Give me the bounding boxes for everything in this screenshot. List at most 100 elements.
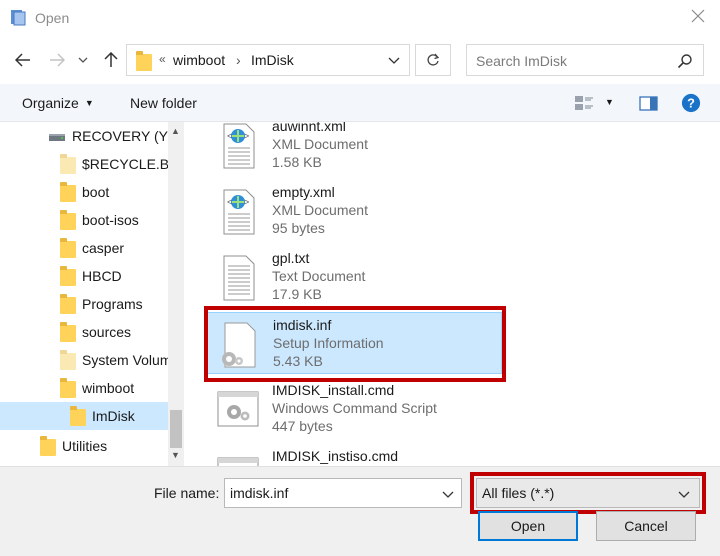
folder-icon [40, 436, 58, 456]
preview-pane-icon[interactable] [638, 93, 660, 113]
chevron-down-icon[interactable] [441, 487, 455, 501]
tree-item-system-volume-information[interactable]: System Volume Information [0, 346, 184, 374]
chevron-down-icon[interactable] [387, 53, 401, 67]
view-menu-caret-icon[interactable]: ▼ [605, 97, 614, 107]
open-button[interactable]: Open [478, 511, 578, 541]
forward-button[interactable] [46, 49, 68, 71]
tree-item-recovery[interactable]: RECOVERY (Y:) [0, 122, 176, 150]
tree-item-hbcd[interactable]: HBCD [0, 262, 168, 290]
app-icon [11, 10, 26, 26]
file-item-empty-xml[interactable]: < > empty.xml XML Document 95 bytes [206, 180, 502, 242]
folder-icon [134, 51, 154, 71]
tree-item-recycle-bin[interactable]: $RECYCLE.BIN [0, 150, 183, 178]
tree-item-imdisk[interactable]: ImDisk [0, 402, 168, 430]
search-icon[interactable] [677, 53, 693, 69]
arrow-up-icon [104, 52, 118, 67]
tree-item-label: HBCD [82, 268, 122, 284]
command-toolbar: Organize ▼ New folder ▼ ? [0, 84, 720, 122]
folder-icon [60, 322, 78, 342]
folder-icon [60, 266, 78, 286]
organize-label: Organize [22, 95, 79, 111]
search-input[interactable] [476, 51, 666, 71]
file-item-gpl-txt[interactable]: gpl.txt Text Document 17.9 KB [206, 246, 502, 308]
file-name-value[interactable]: imdisk.inf [230, 485, 288, 501]
arrow-right-icon [50, 53, 65, 67]
svg-text:<: < [227, 197, 232, 207]
scroll-down-icon[interactable]: ▼ [171, 450, 180, 460]
organize-button[interactable]: Organize ▼ [22, 95, 94, 111]
file-item-imdisk-instiso-cmd[interactable]: IMDISK_instiso.cmd [206, 444, 502, 466]
file-size: 17.9 KB [272, 286, 322, 302]
tree-item-label: boot [82, 184, 110, 200]
back-button[interactable] [12, 49, 34, 71]
svg-text:<: < [227, 131, 232, 141]
file-type: Text Document [272, 268, 366, 284]
cancel-button[interactable]: Cancel [596, 511, 696, 541]
tree-item-boot-isos[interactable]: boot-isos [0, 206, 168, 234]
file-item-auwinnt-xml[interactable]: < > auwinnt.xml XML Document 1.58 KB [206, 122, 502, 176]
svg-text:>: > [244, 131, 249, 141]
breadcrumb-separator: › [236, 52, 241, 68]
recent-locations-button[interactable] [76, 49, 90, 71]
tree-item-label: Programs [82, 296, 143, 312]
file-name: empty.xml [272, 184, 335, 200]
folder-icon [60, 238, 78, 258]
tree-item-boot[interactable]: boot [0, 178, 168, 206]
text-document-icon [223, 255, 255, 301]
scroll-up-icon[interactable]: ▲ [171, 126, 180, 136]
command-script-icon [217, 391, 259, 427]
folder-icon [60, 154, 78, 174]
close-button[interactable] [688, 7, 708, 27]
tree-item-programs[interactable]: Programs [0, 290, 168, 318]
file-type: XML Document [272, 136, 368, 152]
breadcrumb-wimboot[interactable]: wimboot [173, 52, 225, 68]
tree-item-utilities[interactable]: Utilities [0, 432, 168, 460]
view-options-icon[interactable] [574, 93, 596, 113]
xml-document-icon: < > [223, 189, 255, 235]
xml-document-icon: < > [223, 123, 255, 169]
tree-item-sources[interactable]: sources [0, 318, 168, 346]
file-name: gpl.txt [272, 250, 310, 266]
caret-down-icon: ▼ [84, 98, 94, 108]
search-box[interactable] [466, 44, 704, 76]
file-size: 1.58 KB [272, 154, 322, 170]
folder-icon [70, 406, 88, 426]
file-dialog-footer: File name: imdisk.inf All files (*.*) Op… [0, 466, 720, 556]
svg-text:>: > [244, 197, 249, 207]
tree-item-wimboot[interactable]: wimboot [0, 374, 168, 402]
refresh-button[interactable] [415, 44, 451, 76]
chevron-down-icon [78, 57, 88, 63]
tree-item-label: RECOVERY (Y:) [72, 128, 176, 144]
tree-item-label: sources [82, 324, 132, 340]
file-name-label: File name: [154, 485, 220, 501]
refresh-icon [427, 53, 440, 66]
file-type: XML Document [272, 202, 368, 218]
up-button[interactable] [100, 49, 122, 71]
arrow-left-icon [15, 53, 30, 67]
file-name: auwinnt.xml [272, 122, 346, 134]
new-folder-button[interactable]: New folder [130, 95, 197, 111]
file-name: IMDISK_instiso.cmd [272, 448, 399, 464]
file-name-field[interactable]: imdisk.inf [224, 478, 462, 508]
file-list: < > auwinnt.xml XML Document 1.58 KB < >… [200, 122, 720, 466]
navigation-pane-scrollbar[interactable]: ▲ ▼ [168, 122, 184, 466]
tree-item-label: ImDisk [92, 408, 135, 424]
navigation-pane: RECOVERY (Y:) $RECYCLE.BIN boot boot-iso… [0, 122, 184, 466]
folder-icon [60, 378, 78, 398]
scrollbar-thumb[interactable] [170, 410, 182, 448]
window-title: Open [35, 10, 70, 26]
folder-icon [60, 182, 78, 202]
tree-item-label: wimboot [82, 380, 135, 396]
breadcrumb-imdisk[interactable]: ImDisk [251, 52, 294, 68]
file-size: 95 bytes [272, 220, 325, 236]
folder-icon [60, 210, 78, 230]
tree-item-casper[interactable]: casper [0, 234, 168, 262]
tree-item-label: casper [82, 240, 125, 256]
help-icon[interactable]: ? [680, 93, 702, 113]
close-icon [691, 9, 705, 23]
breadcrumb-overflow[interactable]: « [159, 52, 166, 66]
file-item-imdisk-install-cmd[interactable]: IMDISK_install.cmd Windows Command Scrip… [206, 378, 502, 440]
address-bar[interactable]: « wimboot › ImDisk [126, 44, 410, 76]
drive-icon [49, 134, 65, 141]
file-name: IMDISK_install.cmd [272, 382, 395, 398]
